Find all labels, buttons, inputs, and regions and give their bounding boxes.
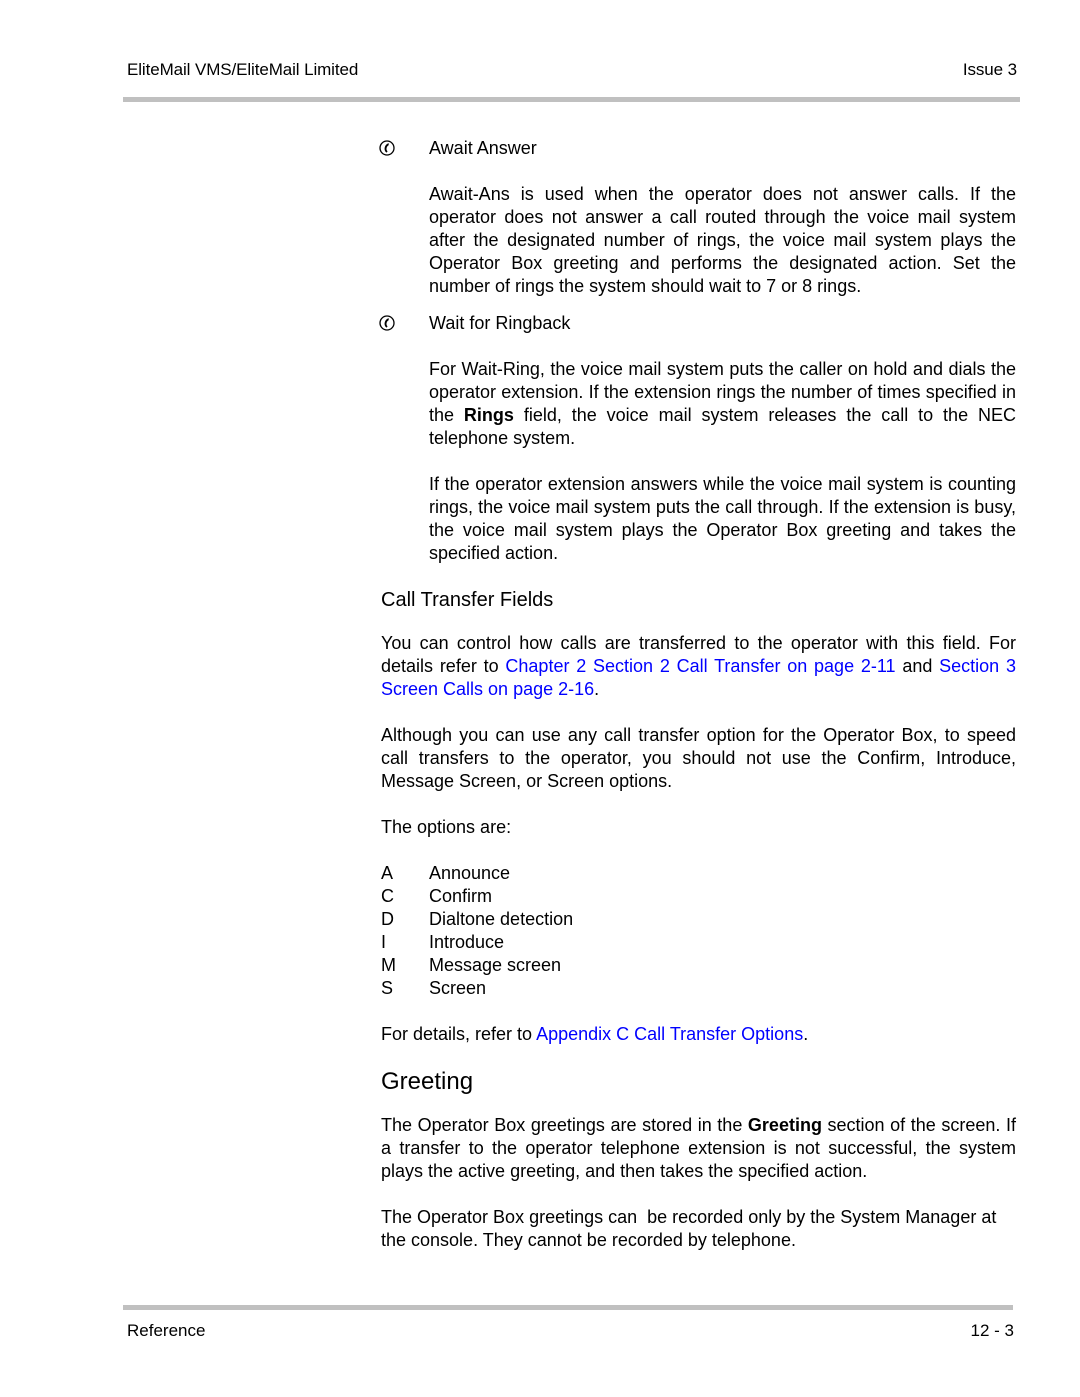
option-label: Confirm [429,886,493,906]
option-code: C [381,886,394,906]
issue-label: Issue 3 [962,60,1017,79]
option-item: M Message screen [381,954,1016,977]
text-run: The Operator Box greetings are stored in… [381,1115,748,1135]
page-number: 12 - 3 [970,1321,1014,1340]
option-code: I [381,932,387,952]
option-item: S Screen [381,977,1016,1000]
phone-handset-icon [379,315,395,331]
greeting-description: The Operator Box greetings are stored in… [381,1114,1016,1183]
option-code: S [381,978,394,998]
option-label: Announce [429,863,511,883]
text-run: For details, refer to [381,1024,537,1044]
call-transfer-heading: Call Transfer Fields [381,589,554,611]
text-run: . [594,679,600,699]
option-label: Message screen [429,955,562,975]
main-content: Await Answer Await-Ans is used when the … [379,137,1016,1252]
text-run: field, the voice mail system releases th… [429,405,1016,448]
option-item: I Introduce [381,931,1016,954]
call-transfer-details: For details, refer to Appendix C Call Tr… [381,1023,1016,1046]
footer-section: Reference [127,1321,206,1340]
text-run: . [803,1024,809,1044]
greeting-recording-note: The Operator Box greetings can be record… [381,1207,1002,1250]
greeting-field-name: Greeting [747,1115,822,1135]
document-title: EliteMail VMS/EliteMail Limited [127,60,359,79]
greeting-heading: Greeting [381,1068,474,1095]
option-label: Dialtone detection [429,909,574,929]
option-code: D [381,909,394,929]
call-transfer-options-list: A Announce C Confirm D Dialtone detection I… [381,862,1016,1000]
text-run: and [895,656,940,676]
wait-for-ringback-item: Wait for Ringback [379,312,1016,335]
chapter2-call-transfer-link[interactable]: Chapter 2 Section 2 Call Transfer on pag… [505,656,895,676]
await-answer-description: Await-Ans is used when the operator does… [429,184,1016,296]
option-code: M [381,955,396,975]
call-transfer-intro: You can control how calls are transferre… [381,632,1016,701]
option-code: A [381,863,394,883]
header-divider [123,97,1020,102]
option-item: C Confirm [381,885,1016,908]
wait-for-ringback-title: Wait for Ringback [429,313,571,333]
footer-divider [123,1305,1013,1310]
option-label: Screen [429,978,487,998]
page-header: EliteMail VMS/EliteMail Limited Issue 3 [127,60,1017,80]
options-intro: The options are: [381,817,512,837]
rings-field-name: Rings [463,405,514,425]
await-answer-title: Await Answer [429,138,537,158]
await-answer-item: Await Answer [379,137,1016,160]
phone-handset-icon [379,140,395,156]
page-footer: Reference 12 - 3 [127,1321,1014,1341]
option-item: D Dialtone detection [381,908,1016,931]
appendix-c-link[interactable]: Appendix C Call Transfer Options [536,1024,803,1044]
option-label: Introduce [429,932,505,952]
option-item: A Announce [381,862,1016,885]
wait-for-ringback-detail: If the operator extension answers while … [429,474,1016,563]
wait-for-ringback-description: For Wait-Ring, the voice mail system put… [381,358,1016,450]
call-transfer-warning: Although you can use any call transfer o… [381,725,1016,791]
